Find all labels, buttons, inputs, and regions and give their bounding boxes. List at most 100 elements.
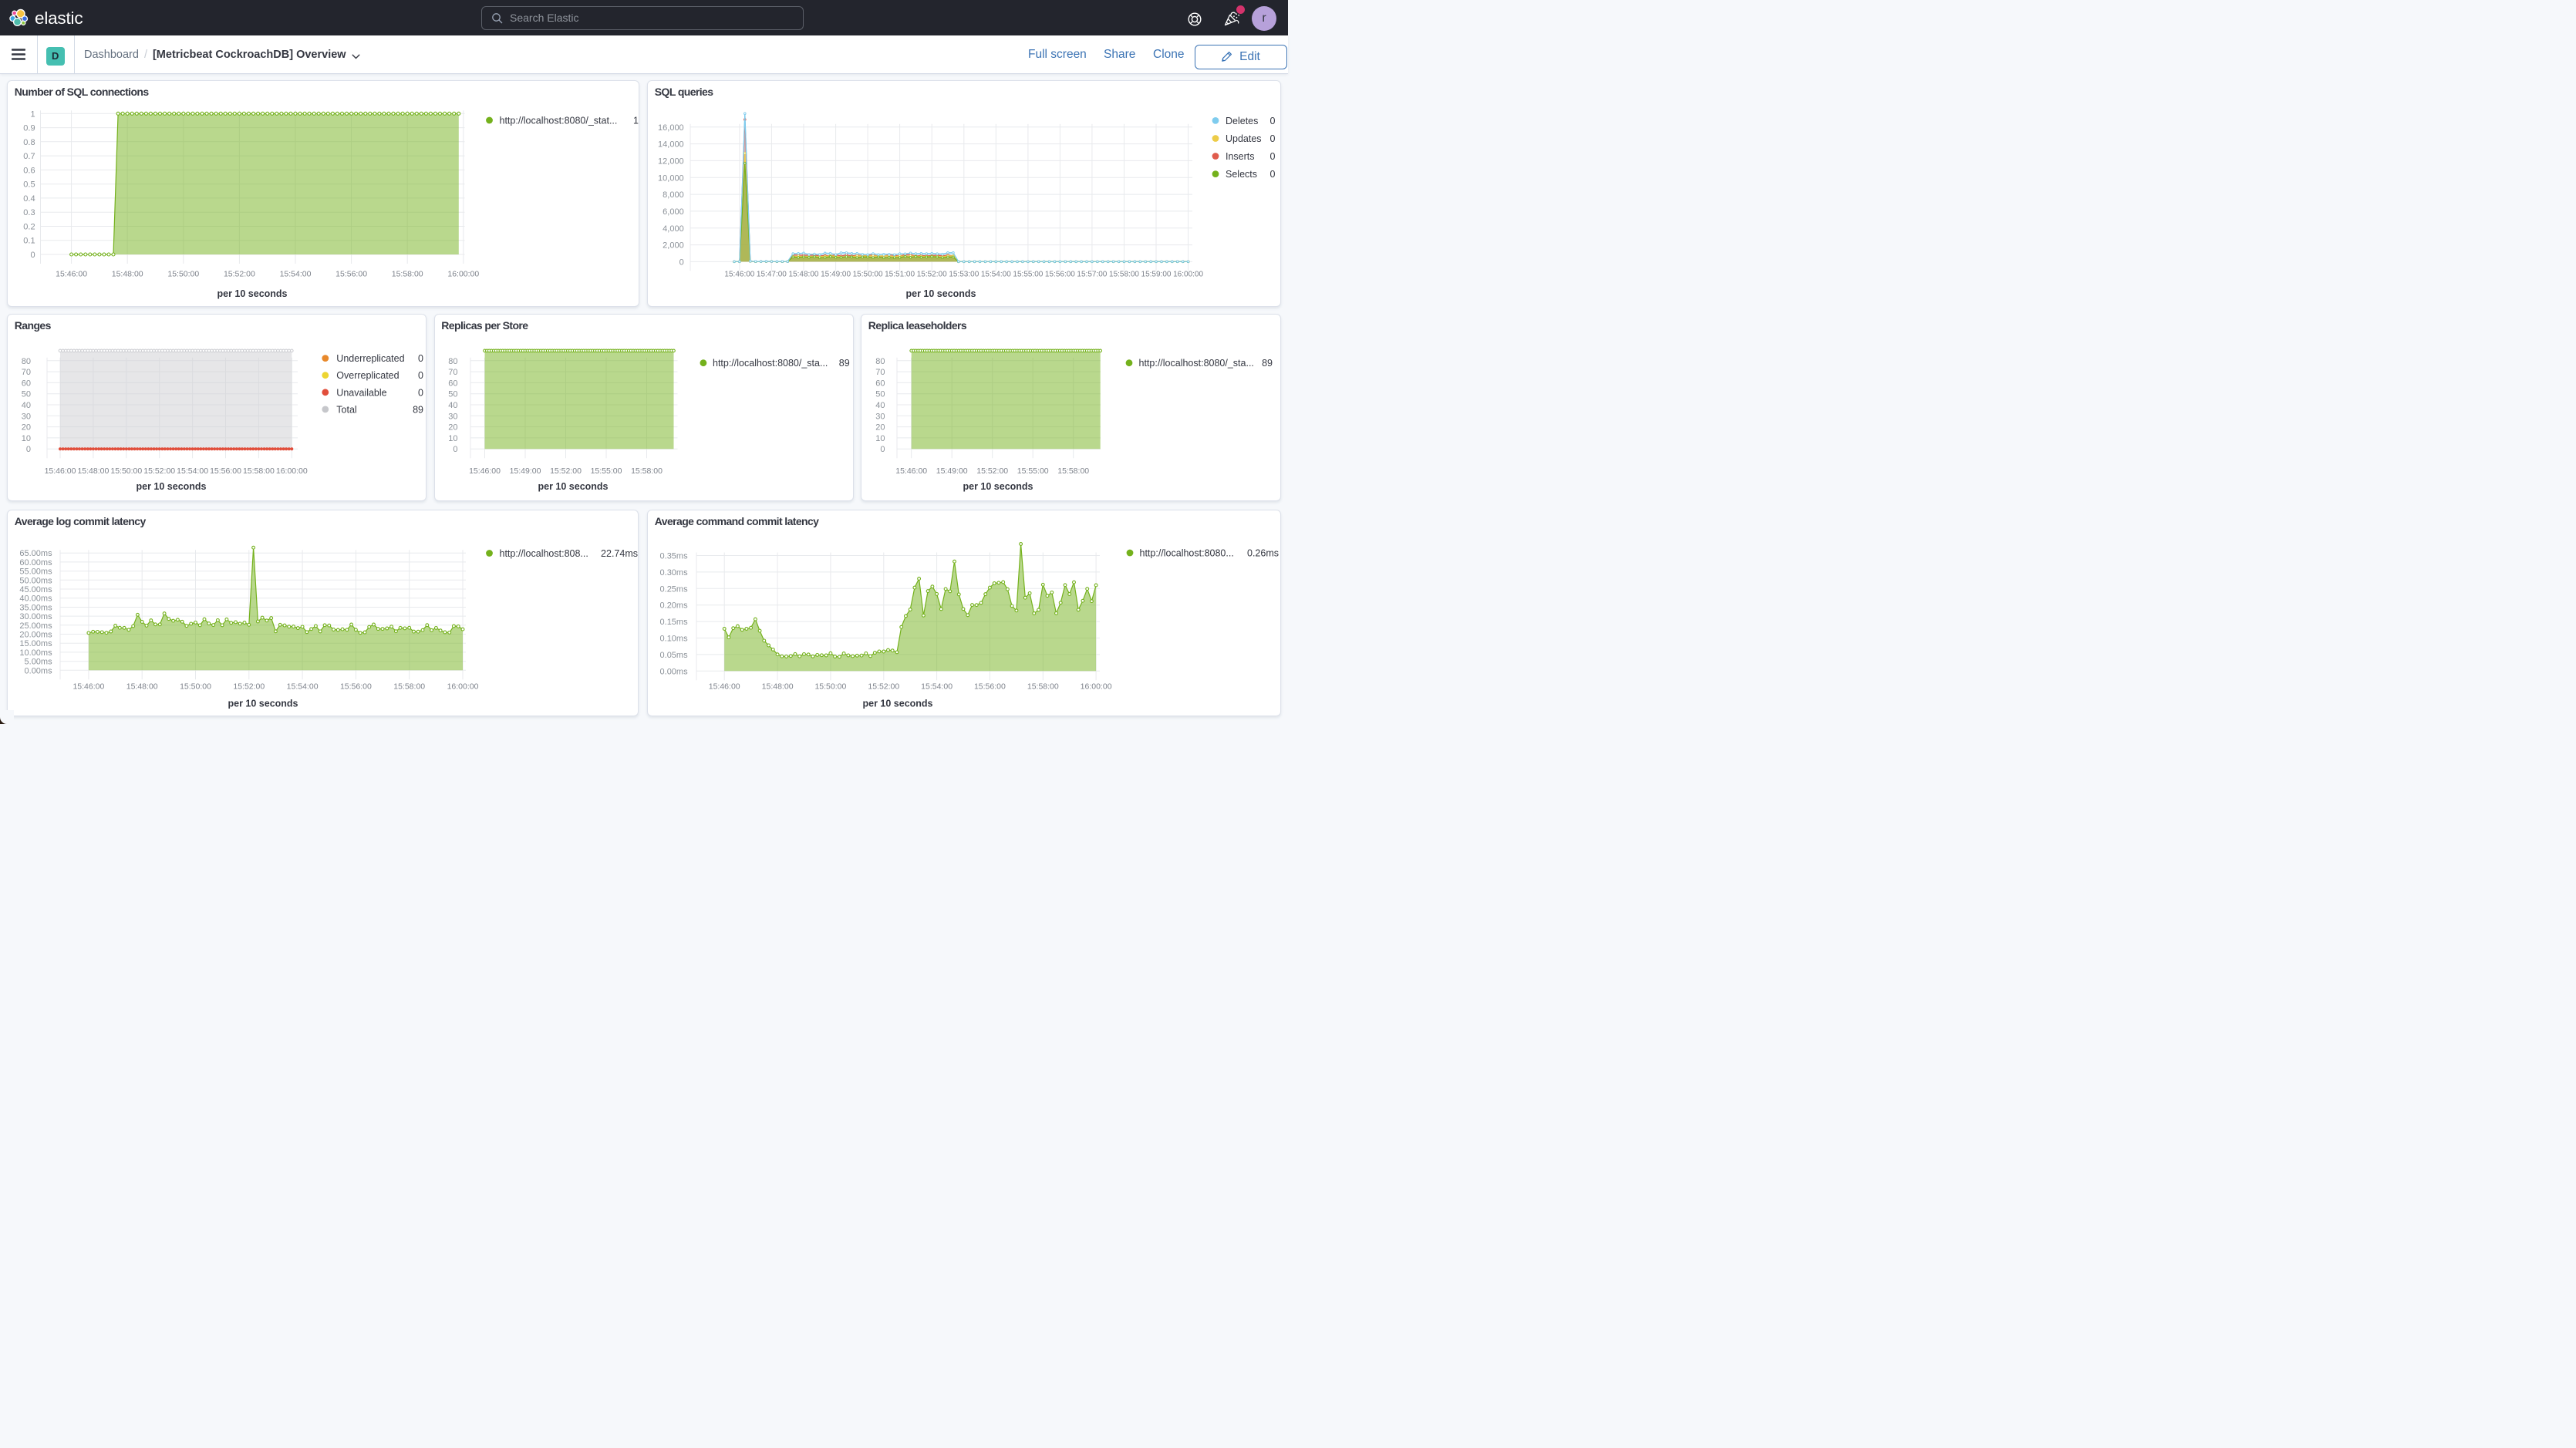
svg-text:20: 20 (875, 423, 885, 433)
svg-text:0.3: 0.3 (23, 208, 35, 217)
svg-text:per 10 seconds: per 10 seconds (963, 481, 1033, 492)
svg-text:15:54:00: 15:54:00 (177, 466, 208, 476)
svg-text:80: 80 (875, 357, 885, 366)
svg-text:30: 30 (22, 412, 31, 421)
svg-text:16:00:00: 16:00:00 (447, 682, 479, 691)
svg-text:15:54:00: 15:54:00 (280, 270, 312, 279)
svg-text:50: 50 (448, 390, 457, 399)
svg-text:15:48:00: 15:48:00 (126, 682, 158, 691)
svg-text:15:46:00: 15:46:00 (45, 466, 76, 476)
svg-text:0.05ms: 0.05ms (660, 650, 689, 659)
svg-text:15:48:00: 15:48:00 (112, 270, 143, 279)
svg-text:0.20ms: 0.20ms (660, 601, 689, 610)
svg-text:15:46:00: 15:46:00 (895, 466, 927, 476)
svg-text:16,000: 16,000 (658, 123, 684, 133)
svg-text:Unavailable: Unavailable (336, 387, 386, 398)
svg-text:15:50:00: 15:50:00 (180, 682, 211, 691)
svg-text:15:50:00: 15:50:00 (814, 682, 846, 691)
svg-text:15:52:00: 15:52:00 (917, 271, 947, 279)
svg-text:15:46:00: 15:46:00 (56, 270, 87, 279)
svg-text:40.00ms: 40.00ms (19, 594, 52, 603)
svg-text:Overreplicated: Overreplicated (336, 370, 399, 381)
svg-text:12,000: 12,000 (658, 157, 684, 166)
svg-text:http://localhost:8080...: http://localhost:8080... (1140, 547, 1234, 558)
svg-text:50: 50 (22, 390, 31, 399)
svg-text:80: 80 (22, 357, 31, 366)
svg-text:15:56:00: 15:56:00 (340, 682, 372, 691)
svg-text:30: 30 (875, 412, 885, 421)
svg-text:Total: Total (336, 404, 356, 415)
svg-text:60.00ms: 60.00ms (19, 557, 52, 567)
svg-text:15:48:00: 15:48:00 (762, 682, 794, 691)
svg-text:15:56:00: 15:56:00 (210, 466, 241, 476)
svg-text:0: 0 (30, 251, 35, 260)
svg-text:0: 0 (880, 445, 885, 454)
svg-text:15:58:00: 15:58:00 (1057, 466, 1089, 476)
svg-text:15:52:00: 15:52:00 (143, 466, 175, 476)
svg-text:0.15ms: 0.15ms (660, 618, 689, 627)
svg-text:70: 70 (875, 368, 885, 377)
svg-text:0.00ms: 0.00ms (660, 667, 689, 676)
svg-text:25.00ms: 25.00ms (19, 621, 52, 630)
svg-text:15:51:00: 15:51:00 (885, 271, 915, 279)
svg-text:0.25ms: 0.25ms (660, 584, 689, 594)
svg-text:60: 60 (448, 379, 457, 388)
svg-text:20: 20 (22, 423, 31, 433)
svg-text:50.00ms: 50.00ms (19, 576, 52, 585)
svg-text:16:00:00: 16:00:00 (447, 270, 479, 279)
svg-text:15:49:00: 15:49:00 (509, 466, 541, 476)
svg-text:0.35ms: 0.35ms (660, 551, 689, 561)
svg-text:15:52:00: 15:52:00 (233, 682, 265, 691)
svg-text:89: 89 (413, 404, 423, 415)
svg-text:0.00ms: 0.00ms (25, 666, 53, 675)
svg-text:15:55:00: 15:55:00 (1013, 271, 1043, 279)
svg-text:0.5: 0.5 (23, 180, 35, 190)
svg-text:35.00ms: 35.00ms (19, 603, 52, 612)
svg-text:15:57:00: 15:57:00 (1077, 271, 1107, 279)
svg-text:per 10 seconds: per 10 seconds (538, 481, 608, 492)
svg-text:40: 40 (875, 401, 885, 410)
svg-text:15:46:00: 15:46:00 (469, 466, 501, 476)
svg-text:15:50:00: 15:50:00 (167, 270, 199, 279)
svg-text:20.00ms: 20.00ms (19, 630, 52, 639)
svg-text:0.26ms: 0.26ms (1247, 547, 1279, 558)
svg-text:15:58:00: 15:58:00 (631, 466, 663, 476)
svg-text:Underreplicated: Underreplicated (336, 353, 404, 364)
svg-text:70: 70 (448, 368, 457, 377)
svg-text:0.1: 0.1 (23, 237, 35, 246)
svg-text:0.10ms: 0.10ms (660, 634, 689, 643)
svg-text:http://localhost:8080/_stat...: http://localhost:8080/_stat... (500, 116, 618, 126)
svg-text:16:00:00: 16:00:00 (276, 466, 308, 476)
svg-text:per 10 seconds: per 10 seconds (862, 698, 932, 709)
svg-text:http://localhost:808...: http://localhost:808... (500, 548, 588, 559)
svg-text:0: 0 (418, 370, 423, 381)
svg-text:10: 10 (448, 434, 457, 443)
svg-text:30: 30 (448, 412, 457, 421)
svg-text:0.2: 0.2 (23, 223, 35, 232)
svg-text:15:54:00: 15:54:00 (981, 271, 1011, 279)
svg-text:15:52:00: 15:52:00 (976, 466, 1008, 476)
svg-text:15:48:00: 15:48:00 (789, 271, 819, 279)
svg-text:22.74ms: 22.74ms (601, 548, 638, 559)
svg-text:0: 0 (1270, 169, 1276, 180)
svg-text:15:52:00: 15:52:00 (550, 466, 582, 476)
svg-text:15:46:00: 15:46:00 (72, 682, 104, 691)
svg-text:0: 0 (453, 445, 457, 454)
svg-text:0: 0 (1270, 133, 1276, 144)
svg-text:8,000: 8,000 (663, 190, 684, 200)
svg-text:60: 60 (875, 379, 885, 388)
svg-text:1: 1 (633, 116, 639, 126)
svg-text:0.6: 0.6 (23, 166, 35, 175)
svg-text:5.00ms: 5.00ms (25, 657, 53, 666)
svg-text:16:00:00: 16:00:00 (1173, 271, 1203, 279)
svg-text:15:56:00: 15:56:00 (974, 682, 1006, 691)
svg-text:0.30ms: 0.30ms (660, 567, 689, 577)
svg-text:http://localhost:8080/_sta...: http://localhost:8080/_sta... (1139, 358, 1254, 369)
svg-text:45.00ms: 45.00ms (19, 585, 52, 594)
svg-text:http://localhost:8080/_sta...: http://localhost:8080/_sta... (713, 358, 828, 369)
svg-text:15.00ms: 15.00ms (19, 639, 52, 648)
svg-text:per 10 seconds: per 10 seconds (905, 288, 976, 299)
svg-text:0.7: 0.7 (23, 152, 35, 161)
svg-text:15:58:00: 15:58:00 (1109, 271, 1139, 279)
svg-text:Inserts: Inserts (1226, 151, 1255, 162)
